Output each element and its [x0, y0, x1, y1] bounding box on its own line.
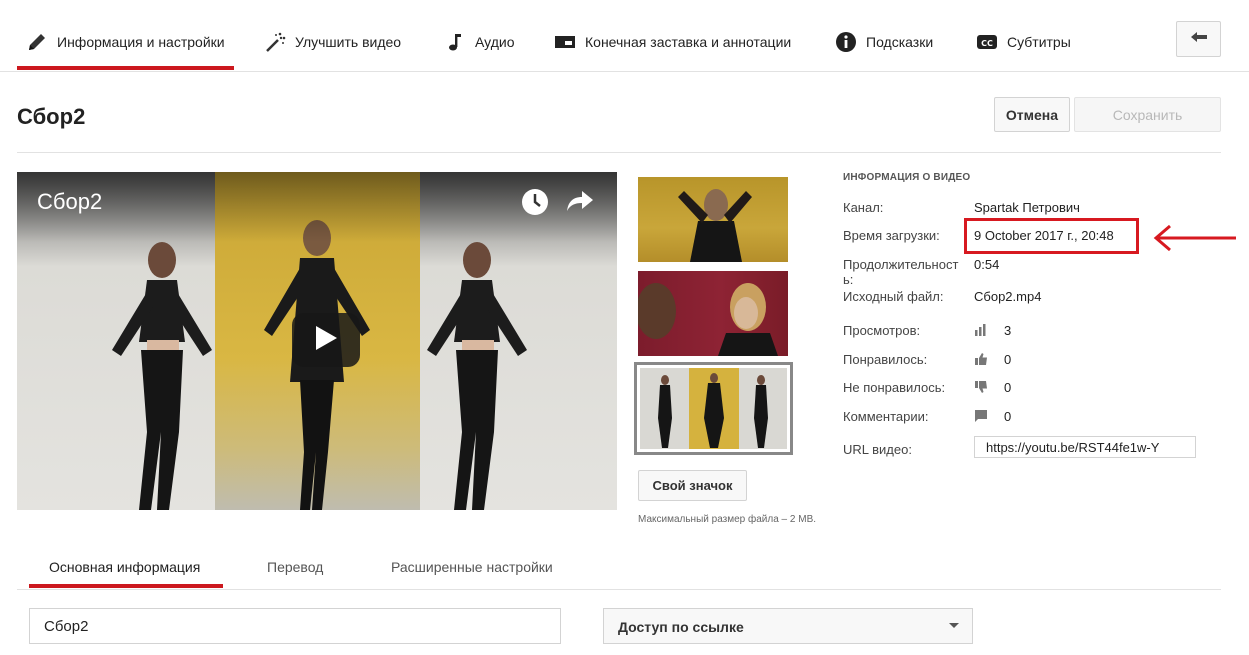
- tab-enhance-video[interactable]: Улучшить видео: [264, 26, 401, 58]
- thumbnail-image: [638, 283, 778, 356]
- source-file-label: Исходный файл:: [843, 289, 944, 304]
- video-url-field[interactable]: https://youtu.be/RST44fe1w-Y: [974, 436, 1196, 458]
- title-input[interactable]: Сбор2: [29, 608, 561, 644]
- tab-end-screen-label: Конечная заставка и аннотации: [585, 34, 792, 50]
- tab-enhance-video-label: Улучшить видео: [295, 34, 402, 50]
- channel-value[interactable]: Spartak Петрович: [974, 200, 1080, 215]
- channel-label: Канал:: [843, 200, 884, 215]
- comment-icon: [974, 409, 988, 428]
- tab-basic-info[interactable]: Основная информация: [49, 559, 200, 575]
- player-title: Сбор2: [37, 189, 103, 214]
- views-value: 3: [1004, 323, 1012, 338]
- divider: [17, 589, 1221, 590]
- likes-value: 0: [1004, 352, 1012, 367]
- thumbnail-image: [640, 368, 787, 449]
- comments-value: 0: [1004, 409, 1012, 424]
- tab-end-screen[interactable]: Конечная заставка и аннотации: [554, 26, 791, 58]
- custom-thumbnail-button[interactable]: Свой значок: [638, 470, 747, 501]
- video-figure: [427, 242, 527, 510]
- comments-label: Комментарии:: [843, 409, 929, 424]
- end-screen-icon: [554, 31, 576, 53]
- tab-translation[interactable]: Перевод: [267, 559, 323, 575]
- tab-info-settings[interactable]: Информация и настройки: [26, 26, 225, 58]
- highlight-box: [964, 218, 1139, 254]
- url-label: URL видео:: [843, 442, 912, 457]
- tab-audio-label: Аудио: [475, 34, 515, 50]
- save-button[interactable]: Сохранить: [1074, 97, 1221, 132]
- thumbnail-option[interactable]: [638, 177, 788, 262]
- page-title: Сбор2: [17, 104, 86, 129]
- annotation-arrow-icon: [1152, 223, 1238, 258]
- tab-cards-label: Подсказки: [866, 34, 934, 50]
- duration-label: Продолжительност ь:: [843, 257, 959, 287]
- music-note-icon: [444, 31, 466, 53]
- share-icon[interactable]: [566, 189, 594, 218]
- thumbnail-option[interactable]: [638, 271, 788, 356]
- duration-value: 0:54: [974, 257, 1000, 272]
- access-dropdown[interactable]: Доступ по ссылке: [603, 608, 973, 644]
- tab-advanced-settings[interactable]: Расширенные настройки: [391, 559, 553, 575]
- tab-subtitles[interactable]: CC Субтитры: [976, 26, 1071, 58]
- source-file-value: Сбор2.mp4: [974, 289, 1042, 304]
- file-size-note: Максимальный размер файла – 2 MB.: [638, 514, 817, 525]
- upload-time-label: Время загрузки:: [843, 228, 940, 243]
- bar-chart-icon: [974, 323, 988, 342]
- pencil-icon: [26, 31, 48, 53]
- active-subtab-indicator: [29, 584, 223, 588]
- chevron-down-icon: [949, 623, 959, 628]
- likes-label: Понравилось:: [843, 352, 928, 367]
- tab-info-settings-label: Информация и настройки: [57, 34, 225, 50]
- thumbnail-image: [678, 189, 752, 262]
- play-icon: [314, 325, 338, 356]
- thumbs-down-icon: [974, 380, 988, 399]
- dislikes-label: Не понравилось:: [843, 380, 946, 395]
- back-button[interactable]: [1176, 21, 1221, 57]
- video-figure: [112, 242, 212, 510]
- cc-icon: CC: [976, 31, 998, 53]
- tab-subtitles-label: Субтитры: [1007, 34, 1071, 50]
- video-info-heading: ИНФОРМАЦИЯ О ВИДЕО: [843, 172, 971, 183]
- tab-cards[interactable]: Подсказки: [835, 26, 933, 58]
- thumbnail-option-selected[interactable]: [634, 362, 793, 455]
- video-player[interactable]: Сбор2: [17, 172, 617, 510]
- active-tab-indicator: [17, 66, 234, 70]
- magic-wand-icon: [264, 31, 286, 53]
- tab-audio[interactable]: Аудио: [444, 26, 515, 58]
- thumbs-up-icon: [974, 352, 988, 371]
- play-button[interactable]: [292, 313, 360, 367]
- top-tab-bar: Информация и настройки Улучшить видео Ау…: [0, 0, 1249, 72]
- back-arrow-icon: [1189, 30, 1209, 49]
- dislikes-value: 0: [1004, 380, 1012, 395]
- views-label: Просмотров:: [843, 323, 921, 338]
- svg-text:CC: CC: [981, 39, 993, 48]
- info-icon: [835, 31, 857, 53]
- watch-later-icon[interactable]: [520, 187, 550, 222]
- divider: [17, 152, 1221, 153]
- cancel-button[interactable]: Отмена: [994, 97, 1070, 132]
